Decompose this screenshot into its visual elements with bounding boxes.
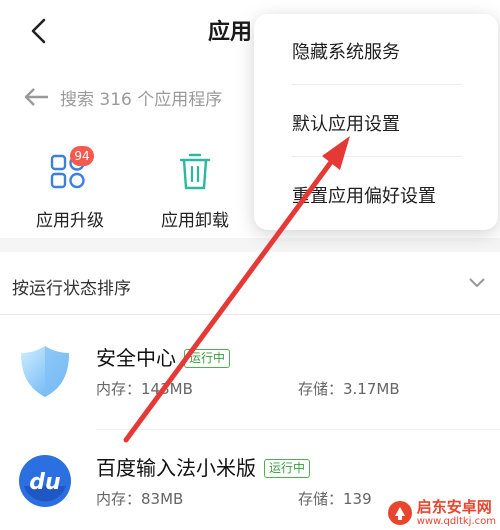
app-name: 百度输入法小米版 运行中	[96, 452, 311, 481]
grid-apps-icon: 94	[48, 146, 94, 194]
trash-icon	[173, 150, 217, 194]
memory-value: 内存：83MB	[96, 490, 184, 508]
page-title: 应用	[208, 20, 253, 45]
menu-item-hide-system-services[interactable]: 隐藏系统服务	[292, 38, 400, 64]
app-upgrade-label: 应用升级	[36, 211, 104, 231]
sort-label: 按运行状态排序	[12, 279, 131, 299]
list-item-security-center[interactable]: 安全中心 运行中 内存：143MB 存储：3.17MB	[0, 320, 500, 430]
chevron-down-icon	[469, 278, 485, 287]
storage-value: 存储：139	[298, 490, 372, 508]
menu-item-default-app-settings[interactable]: 默认应用设置	[292, 110, 400, 136]
back-chevron-icon[interactable]	[22, 14, 56, 48]
running-badge: 运行中	[264, 459, 311, 478]
app-name: 安全中心 运行中	[96, 342, 231, 371]
du-icon: du	[19, 455, 71, 507]
running-badge: 运行中	[184, 349, 231, 368]
divider	[0, 314, 500, 315]
menu-item-reset-app-preferences[interactable]: 重置应用偏好设置	[292, 182, 436, 208]
watermark: 启东安卓网 www.qdltkj.com	[387, 498, 496, 528]
divider	[292, 84, 462, 85]
app-name-text: 百度输入法小米版	[96, 456, 256, 480]
app-uninstall-label: 应用卸载	[161, 211, 229, 231]
back-arrow-search-icon	[24, 88, 48, 106]
watermark-logo-icon	[387, 501, 412, 525]
app-uninstall-button[interactable]: 应用卸载	[140, 150, 250, 231]
section-divider	[0, 238, 500, 252]
watermark-url: www.qdltkj.com	[416, 515, 496, 527]
app-name-text: 安全中心	[96, 346, 176, 370]
app-upgrade-button[interactable]: 94 应用升级	[15, 146, 125, 231]
divider	[292, 156, 462, 157]
search-bar[interactable]: 搜索 316 个应用程序	[22, 82, 222, 112]
shield-icon	[21, 346, 69, 397]
memory-value: 内存：143MB	[96, 380, 193, 398]
svg-text:du: du	[29, 470, 60, 495]
update-count-badge: 94	[70, 146, 94, 166]
sort-selector[interactable]: 按运行状态排序	[0, 252, 500, 314]
search-input[interactable]: 搜索 316 个应用程序	[60, 85, 222, 110]
storage-value: 存储：3.17MB	[298, 380, 400, 398]
watermark-name: 启东安卓网	[416, 497, 492, 516]
overflow-menu: 隐藏系统服务 默认应用设置 重置应用偏好设置	[254, 14, 498, 230]
